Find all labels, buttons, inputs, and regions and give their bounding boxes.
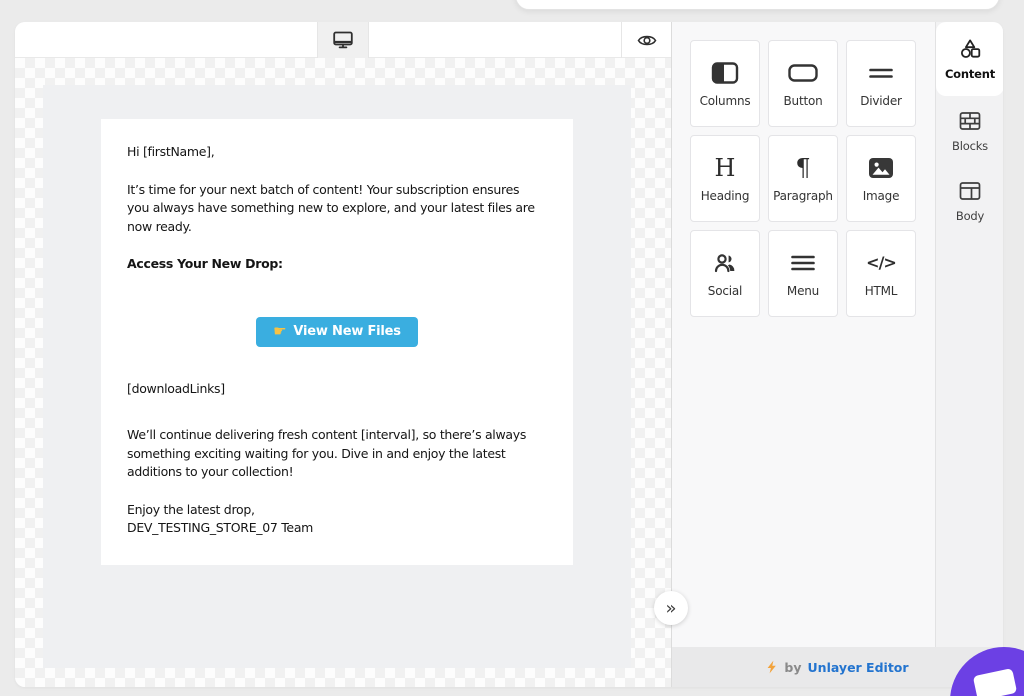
block-card-social[interactable]: Social	[690, 230, 760, 317]
paragraph-icon: ¶	[795, 155, 810, 181]
columns-icon	[711, 60, 739, 86]
canvas-column: Hi [firstName], It’s time for your next …	[15, 22, 671, 687]
email-editor: Hi [firstName], It’s time for your next …	[15, 22, 1003, 687]
block-card-menu[interactable]: Menu	[768, 230, 838, 317]
pointing-hand-emoji: ☛	[273, 324, 286, 339]
block-card-heading[interactable]: H Heading	[690, 135, 760, 222]
cta-button-row: ☛ View New Files	[127, 317, 547, 347]
email-access-heading: Access Your New Drop:	[127, 255, 547, 274]
shapes-icon	[958, 37, 982, 61]
email-signoff: Enjoy the latest drop, DEV_TESTING_STORE…	[127, 501, 547, 538]
design-canvas[interactable]: Hi [firstName], It’s time for your next …	[15, 58, 671, 687]
bricks-icon	[958, 109, 982, 133]
email-greeting: Hi [firstName],	[127, 143, 547, 162]
block-label: Social	[708, 284, 742, 298]
unlayer-editor-link[interactable]: Unlayer Editor	[808, 660, 909, 675]
html-icon: </>	[866, 250, 896, 276]
block-label: Heading	[701, 189, 750, 203]
block-card-image[interactable]: Image	[846, 135, 916, 222]
block-card-button[interactable]: Button	[768, 40, 838, 127]
email-continuation-paragraph: We’ll continue delivering fresh content …	[127, 426, 547, 482]
content-tools-panel: Columns Button Divider	[671, 22, 1003, 687]
view-new-files-button[interactable]: ☛ View New Files	[256, 317, 418, 347]
tab-label: Blocks	[952, 139, 988, 153]
email-content-block[interactable]: Hi [firstName], It’s time for your next …	[101, 119, 573, 565]
divider-icon	[868, 60, 894, 86]
lightning-icon	[766, 660, 778, 674]
email-body-background[interactable]: Hi [firstName], It’s time for your next …	[43, 85, 631, 668]
download-links-placeholder: [downloadLinks]	[127, 380, 547, 399]
tab-content[interactable]: Content	[936, 22, 1003, 96]
block-label: Button	[784, 94, 823, 108]
tab-body[interactable]: Body	[936, 166, 1003, 236]
tab-label: Content	[945, 67, 995, 81]
layout-icon	[958, 179, 982, 203]
block-label: Divider	[860, 94, 902, 108]
chat-launcher-icon	[973, 668, 1017, 696]
heading-icon: H	[715, 155, 736, 181]
monitor-icon	[333, 31, 353, 49]
eye-icon	[637, 33, 657, 48]
block-label: Columns	[700, 94, 751, 108]
block-card-divider[interactable]: Divider	[846, 40, 916, 127]
button-icon	[788, 60, 818, 86]
block-label: Paragraph	[773, 189, 833, 203]
footer-by-label: by	[784, 660, 801, 675]
tab-blocks[interactable]: Blocks	[936, 96, 1003, 166]
sidebar-tab-rail: Content Blocks	[935, 22, 1003, 647]
image-icon	[868, 155, 894, 181]
preview-toolbar	[15, 22, 671, 58]
desktop-view-button[interactable]	[317, 22, 369, 58]
block-card-columns[interactable]: Columns	[690, 40, 760, 127]
content-blocks-grid: Columns Button Divider	[690, 40, 916, 317]
collapse-panel-button[interactable]: »	[654, 591, 688, 625]
double-chevron-right-icon: »	[665, 598, 676, 619]
email-intro-paragraph: It’s time for your next batch of content…	[127, 181, 547, 237]
preview-button[interactable]	[622, 22, 671, 58]
top-app-bar	[515, 0, 1000, 10]
block-card-html[interactable]: </> HTML	[846, 230, 916, 317]
social-icon	[713, 250, 737, 276]
block-label: HTML	[865, 284, 898, 298]
block-label: Image	[863, 189, 900, 203]
block-card-paragraph[interactable]: ¶ Paragraph	[768, 135, 838, 222]
menu-icon	[790, 250, 816, 276]
block-label: Menu	[787, 284, 819, 298]
tab-label: Body	[956, 209, 984, 223]
cta-button-label: View New Files	[293, 324, 400, 339]
